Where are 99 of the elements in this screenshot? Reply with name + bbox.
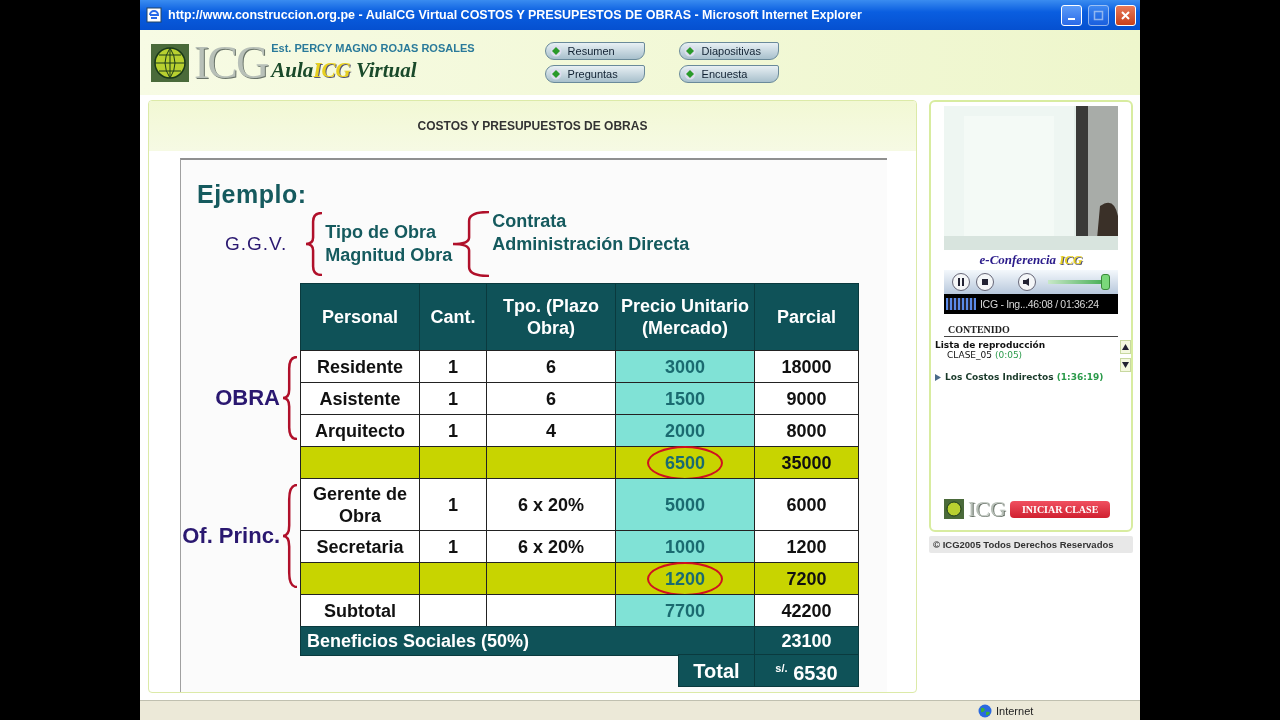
column-header: Cant. — [419, 283, 487, 351]
table-cell: 2000 — [615, 414, 755, 447]
column-header: Parcial — [754, 283, 859, 351]
table-cell: 6 — [486, 350, 616, 383]
slide-heading: Ejemplo: — [197, 180, 307, 209]
table-cell: 7700 — [615, 594, 755, 627]
brace-icon — [305, 212, 324, 276]
table-cell: 1500 — [615, 382, 755, 415]
table-cell: 23100 — [754, 626, 859, 656]
diamond-icon — [549, 68, 562, 80]
table-cell: 1 — [419, 530, 487, 563]
diamond-icon — [549, 45, 562, 57]
brand-title: AulaICG Virtual — [271, 58, 418, 83]
diamond-icon — [683, 45, 696, 57]
nav-button[interactable]: Encuesta — [678, 65, 779, 83]
volume-slider[interactable] — [1048, 274, 1110, 290]
scroll-up-button[interactable] — [1120, 340, 1131, 354]
group-label: Of. Princ. — [182, 522, 280, 550]
table-cell: 6000 — [754, 478, 859, 532]
table-cell: Total — [678, 654, 755, 687]
minimize-button[interactable] — [1061, 4, 1082, 26]
up-arrow-icon — [1122, 344, 1129, 350]
table-cell: Secretaria — [300, 530, 420, 563]
logo-text: ICG — [968, 496, 1006, 522]
square-icon — [1093, 9, 1104, 21]
globe-icon — [150, 42, 190, 83]
mode-label: Contrata — [492, 210, 568, 233]
close-icon — [1120, 9, 1131, 21]
table-cell: Asistente — [300, 382, 420, 415]
table-cell: 6 — [486, 382, 616, 415]
buffer-icon — [946, 298, 976, 310]
table-cell: Beneficios Sociales (50%) — [300, 626, 755, 656]
column-header: Precio Unitario (Mercado) — [615, 283, 755, 351]
contents-title: CONTENIDO — [948, 324, 1011, 335]
table-cell: 35000 — [754, 446, 859, 479]
table-cell: Residente — [300, 350, 420, 383]
table-cell: Gerente de Obra — [300, 478, 420, 532]
table-cell: 1 — [419, 350, 487, 383]
table-cell: 1000 — [615, 530, 755, 563]
pause-button[interactable] — [952, 273, 970, 291]
table-cell: 4 — [486, 414, 616, 447]
playlist-item[interactable]: Los Costos Indirectos (1:36:19) — [935, 372, 1118, 382]
stop-button[interactable] — [976, 273, 994, 291]
table-cell: 42200 — [754, 594, 859, 627]
ggv-label: G.G.V. — [225, 233, 288, 255]
diamond-icon — [683, 68, 696, 80]
browser-icon — [146, 7, 162, 23]
pause-icon — [957, 278, 965, 286]
zone-label: Internet — [996, 704, 1034, 717]
globe-icon — [944, 499, 964, 519]
table-cell: 1200 — [754, 530, 859, 563]
speaker-icon — [1022, 278, 1032, 286]
table-cell: 3000 — [615, 350, 755, 383]
table-cell — [419, 594, 487, 627]
brace-icon — [452, 211, 491, 277]
player-status: ICG - Ing...46:08 / 01:36:24 — [980, 298, 1099, 310]
table-cell: Subtotal — [300, 594, 420, 627]
volume-button[interactable] — [1018, 273, 1036, 291]
table-cell: 6 x 20% — [486, 530, 616, 563]
down-arrow-icon — [1122, 362, 1129, 368]
mode-label: Administración Directa — [492, 233, 690, 256]
table-cell: 1 — [419, 414, 487, 447]
copyright: © ICG2005 Todos Derechos Reservados — [929, 536, 1133, 553]
stop-icon — [982, 279, 988, 285]
type-label: Magnitud Obra — [325, 244, 453, 267]
triangle-icon — [935, 373, 941, 381]
scroll-down-button[interactable] — [1120, 358, 1131, 372]
table-cell — [419, 446, 487, 479]
group-label: OBRA — [215, 384, 280, 412]
table-cell: 1 — [419, 478, 487, 532]
table-cell: 5000 — [615, 478, 755, 532]
column-header: Personal — [300, 283, 420, 351]
playlist-current: CLASE_05 (0:05) — [947, 350, 1024, 360]
table-cell — [419, 562, 487, 595]
brace-icon — [282, 356, 298, 440]
table-cell: 8000 — [754, 414, 859, 447]
table-cell: 7200 — [754, 562, 859, 595]
table-cell: 18000 — [754, 350, 859, 383]
player-brand: e-Conferencia ICG — [978, 251, 1084, 269]
table-cell: 1 — [419, 382, 487, 415]
student-name: Est. PERCY MAGNO ROJAS ROSALES — [271, 42, 475, 54]
table-cell: 9000 — [754, 382, 859, 415]
minimize-icon — [1068, 18, 1075, 20]
start-class-button[interactable]: INICIAR CLASE — [1009, 500, 1111, 518]
window-title: http://www.construccion.org.pe - AulaICG Virtual COSTOS Y PRESUPESTOS DE OBRAS - Microsoft Internet Explorer — [168, 8, 863, 22]
close-button[interactable] — [1115, 4, 1136, 26]
logo-text: ICG — [194, 36, 268, 89]
lesson-title: COSTOS Y PRESUPUESTOS DE OBRAS — [417, 119, 648, 133]
nav-button[interactable]: Diapositivas — [678, 42, 779, 60]
table-cell: Arquitecto — [300, 414, 420, 447]
table-cell: 6 x 20% — [486, 478, 616, 532]
column-header: Tpo. (Plazo Obra) — [486, 283, 616, 351]
type-label: Tipo de Obra — [325, 221, 437, 244]
globe-icon — [978, 703, 992, 718]
brace-icon — [282, 484, 298, 588]
nav-button[interactable]: Preguntas — [544, 65, 645, 83]
table-cell: $^{s/.}$ 6530 — [754, 654, 859, 687]
nav-button[interactable]: Resumen — [544, 42, 645, 60]
playlist-title: Lista de reproducción — [935, 340, 1046, 350]
